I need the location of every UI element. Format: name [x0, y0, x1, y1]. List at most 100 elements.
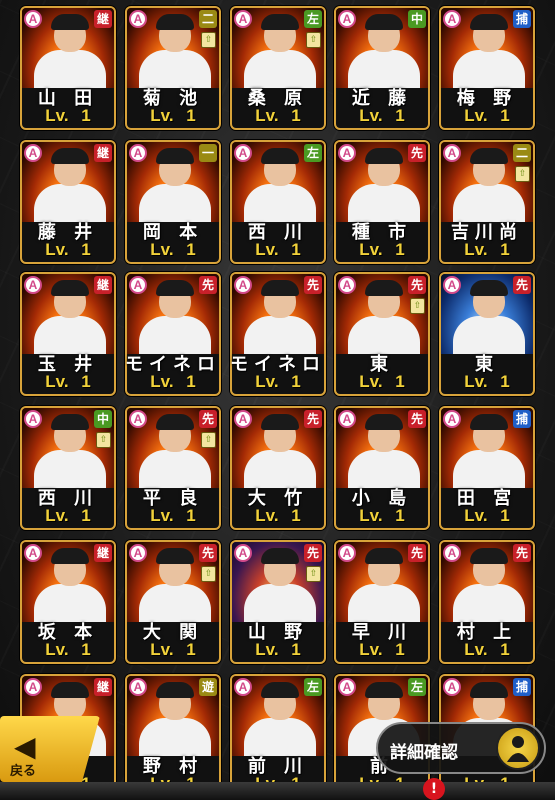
rank-badge: A	[234, 678, 252, 696]
player-name: モイネロ	[230, 354, 326, 375]
back-button-label: 戻る	[10, 764, 37, 779]
rank-badge: A	[443, 276, 461, 294]
rank-badge: A	[234, 276, 252, 294]
up-arrow-icon: ⇧	[515, 166, 530, 182]
detail-confirm-label: 詳細確認	[390, 743, 458, 763]
player-card[interactable]: A 継玉 井 Lv. 1	[20, 272, 116, 396]
player-name: 村 上	[456, 622, 518, 643]
player-name: 菊 池	[142, 88, 204, 109]
player-card[interactable]: A 先東 Lv. 1	[439, 272, 535, 396]
player-torso	[139, 50, 211, 88]
position-badge: 左	[304, 678, 322, 696]
player-level: Lv. 1	[45, 106, 91, 125]
player-name: 近 藤	[351, 88, 413, 109]
player-card[interactable]: A 先 ⇧ 山 野 Lv. 1	[230, 540, 326, 664]
player-level: Lv. 1	[359, 372, 405, 391]
player-name: 坂 本	[37, 622, 99, 643]
player-card-grid: A継山 田 Lv. 1 A 二 ⇧ 菊 池 Lv. 1 A 左 ⇧ 桑 原 Lv. 1A中近 藤 Lv.…	[0, 0, 555, 800]
player-name: 種 市	[351, 222, 413, 243]
player-name: 吉川尚	[451, 222, 523, 243]
up-arrow-icon: ⇧	[201, 432, 216, 448]
player-torso	[139, 584, 211, 622]
player-cap	[365, 14, 403, 30]
player-card[interactable]: A 先 ⇧ 平 良 Lv. 1	[125, 406, 221, 530]
player-card[interactable]: A 二 ⇧ 吉川尚 Lv. 1	[439, 140, 535, 264]
player-card[interactable]: A 捕田 宮 Lv. 1	[439, 406, 535, 530]
player-name: 桑 原	[247, 88, 309, 109]
position-badge: 先	[408, 544, 426, 562]
rank-badge: A	[234, 144, 252, 162]
player-name: 大 竹	[247, 488, 309, 509]
position-badge: 中	[408, 10, 426, 28]
player-level: Lv. 1	[45, 372, 91, 391]
player-torso	[453, 184, 525, 222]
player-card[interactable]: A 先村 上 Lv. 1	[439, 540, 535, 664]
player-torso	[453, 450, 525, 488]
player-name: 小 島	[351, 488, 413, 509]
player-level: Lv. 1	[45, 240, 91, 259]
player-card[interactable]: A 中近 藤 Lv. 1	[334, 6, 430, 130]
detail-confirm-button[interactable]: 詳細確認	[376, 722, 546, 774]
player-torso	[453, 584, 525, 622]
player-level: Lv. 1	[150, 106, 196, 125]
position-badge: 捕	[513, 10, 531, 28]
player-name: 藤 井	[37, 222, 99, 243]
rank-badge: A	[129, 276, 147, 294]
rank-badge: A	[234, 410, 252, 428]
player-cap	[156, 14, 194, 30]
position-badge: 左	[304, 144, 322, 162]
player-torso	[244, 50, 316, 88]
position-badge: 先	[513, 544, 531, 562]
rank-badge: A	[338, 544, 356, 562]
player-card[interactable]: A 左西 川 Lv. 1	[230, 140, 326, 264]
player-card[interactable]: A 先モイネロ Lv. 1	[230, 272, 326, 396]
player-card[interactable]: A 先小 島 Lv. 1	[334, 406, 430, 530]
player-torso	[348, 316, 420, 354]
player-cap	[51, 682, 89, 698]
up-arrow-icon: ⇧	[96, 432, 111, 448]
player-torso	[139, 450, 211, 488]
rank-badge: A	[129, 544, 147, 562]
player-card[interactable]: A 一岡 本 Lv. 1	[125, 140, 221, 264]
position-badge: 一	[199, 144, 217, 162]
rank-badge: A	[24, 410, 42, 428]
player-card[interactable]: A 継藤 井 Lv. 1	[20, 140, 116, 264]
rank-badge: A	[234, 544, 252, 562]
player-card[interactable]: A左前 川Lv. 1	[230, 674, 326, 798]
player-card[interactable]: A遊野 村Lv. 1	[125, 674, 221, 798]
up-arrow-icon: ⇧	[306, 566, 321, 582]
player-card[interactable]: A 先 ⇧ 大 関 Lv. 1	[125, 540, 221, 664]
player-card[interactable]: A 左 ⇧ 桑 原 Lv. 1	[230, 6, 326, 130]
player-card[interactable]: A 先早 川 Lv. 1	[334, 540, 430, 664]
player-name: 東	[370, 354, 394, 375]
player-name: 山 野	[247, 622, 309, 643]
player-cap	[261, 414, 299, 430]
player-torso	[348, 584, 420, 622]
rank-badge: A	[129, 410, 147, 428]
position-badge: 先	[513, 276, 531, 294]
player-cap	[470, 548, 508, 564]
rank-badge: A	[443, 144, 461, 162]
player-torso	[34, 316, 106, 354]
player-card[interactable]: A 捕梅 野 Lv. 1	[439, 6, 535, 130]
player-card[interactable]: A 先 ⇧ 東 Lv. 1	[334, 272, 430, 396]
player-card[interactable]: A 継山 田 Lv. 1	[20, 6, 116, 130]
up-arrow-icon: ⇧	[306, 32, 321, 48]
player-card[interactable]: A 先種 市 Lv. 1	[334, 140, 430, 264]
player-card[interactable]: A 先大 竹 Lv. 1	[230, 406, 326, 530]
position-badge: 継	[94, 276, 112, 294]
player-cap	[470, 682, 508, 698]
player-card[interactable]: A 中 ⇧ 西 川 Lv. 1	[20, 406, 116, 530]
player-card[interactable]: A 継坂 本 Lv. 1	[20, 540, 116, 664]
position-badge: 先	[199, 410, 217, 428]
position-badge: 先	[304, 544, 322, 562]
rank-badge: A	[338, 10, 356, 28]
player-cap	[51, 414, 89, 430]
player-card[interactable]: A 先モイネロ Lv. 1	[125, 272, 221, 396]
player-card[interactable]: A 二 ⇧ 菊 池 Lv. 1	[125, 6, 221, 130]
position-badge: 先	[304, 410, 322, 428]
player-name: 田 宮	[456, 488, 518, 509]
player-level: Lv. 1	[255, 640, 301, 659]
position-badge: 左	[304, 10, 322, 28]
rank-badge: A	[338, 410, 356, 428]
